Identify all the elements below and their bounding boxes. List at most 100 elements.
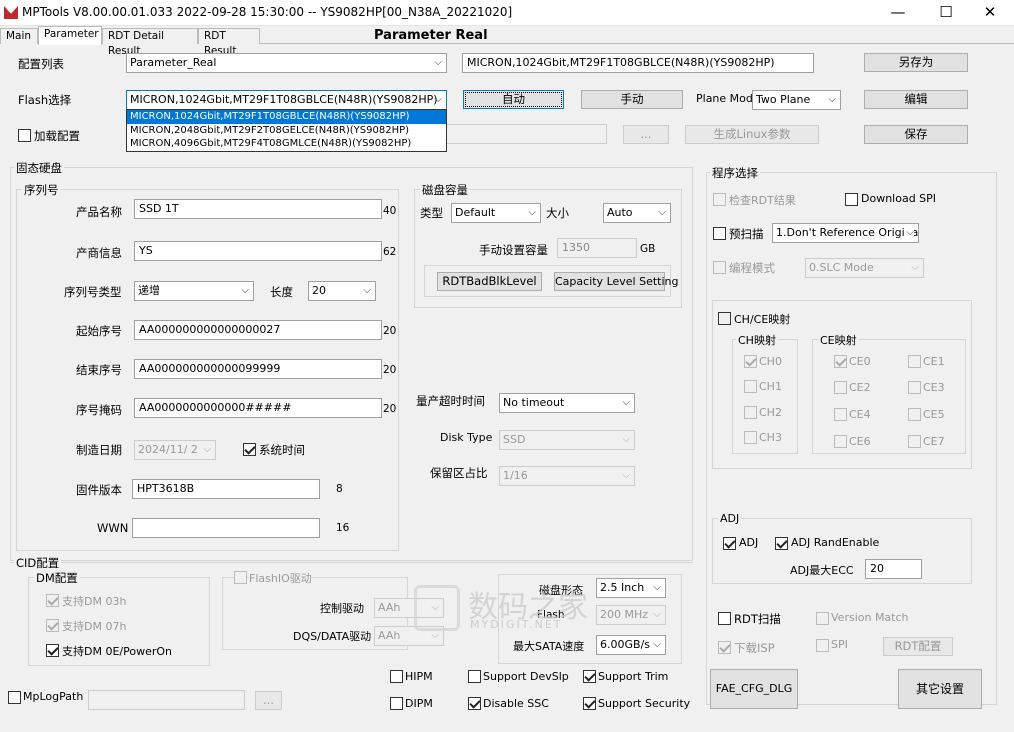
auto-button[interactable]: 自动 [463, 90, 564, 109]
ce4-checkbox[interactable] [834, 408, 847, 421]
ce0-checkbox[interactable] [834, 355, 847, 368]
prog-mode-select[interactable]: 0.SLC Mode ⌵ [805, 258, 924, 278]
save-as-button[interactable]: 另存为 [864, 53, 968, 72]
dipm-checkbox[interactable] [390, 697, 403, 710]
prescan-select[interactable]: 1.Don't Reference Origina ⌵ [772, 223, 919, 243]
close-button[interactable]: ✕ [968, 0, 1012, 26]
timeout-select[interactable]: No timeout ⌵ [499, 393, 635, 413]
flash-speed-select[interactable]: 200 MHz ⌵ [596, 605, 666, 625]
fae-cfg-button[interactable]: FAE_CFG_DLG [710, 669, 798, 709]
trim-checkbox[interactable] [583, 670, 596, 683]
hipm-checkbox[interactable] [390, 670, 403, 683]
tab-parameter[interactable]: Parameter [38, 26, 102, 45]
ce3-checkbox[interactable] [908, 381, 921, 394]
vendor-field[interactable]: YS [134, 241, 382, 261]
end-serial-field[interactable]: AA000000000000099999 [134, 359, 382, 379]
edit-button[interactable]: 编辑 [864, 90, 968, 109]
flashio-checkbox[interactable] [234, 571, 247, 584]
serial-type-select[interactable]: 递增 ⌵ [134, 281, 254, 301]
product-name-field[interactable]: SSD 1T [134, 199, 382, 219]
download-isp-label: 下载ISP [734, 641, 775, 655]
version-match-checkbox[interactable] [816, 612, 829, 625]
mfg-date-picker[interactable]: 2024/11/ 2 ⌵ [134, 440, 216, 460]
dm03-checkbox[interactable] [46, 594, 59, 607]
rdt-bad-blk-level-button[interactable]: RDTBadBlkLevel [437, 272, 542, 291]
mplog-checkbox[interactable] [8, 691, 21, 704]
rdt-scan-checkbox[interactable] [718, 612, 731, 625]
tab-rdt-detail-result[interactable]: RDT Detail Result [102, 28, 198, 57]
rdt-config-button[interactable]: RDT配置 [883, 637, 953, 656]
minimize-button[interactable]: — [876, 0, 920, 26]
sata-speed-value: 6.00GB/s [600, 638, 650, 651]
ce-map-label: CE映射 [818, 332, 859, 348]
capacity-size-select[interactable]: Auto ⌵ [603, 203, 671, 223]
tab-rdt-result[interactable]: RDT Result [198, 28, 260, 57]
length-select[interactable]: 20 ⌵ [308, 281, 376, 301]
firmware-version-field[interactable]: HPT3618B [132, 479, 320, 499]
ce5-checkbox[interactable] [908, 408, 921, 421]
spi-checkbox[interactable] [816, 639, 829, 652]
mplog-path-field[interactable] [88, 690, 245, 710]
flash-dropdown-list: MICRON,1024Gbit,MT29F1T08GBLCE(N48R)(YS9… [126, 109, 447, 152]
flash-option[interactable]: MICRON,1024Gbit,MT29F1T08GBLCE(N48R)(YS9… [127, 110, 446, 124]
ch3-checkbox[interactable] [744, 431, 757, 444]
manual-button[interactable]: 手动 [581, 90, 683, 109]
security-label: Support Security [598, 697, 691, 710]
dm07-checkbox[interactable] [46, 619, 59, 632]
ce6-checkbox[interactable] [834, 435, 847, 448]
ce2-checkbox[interactable] [834, 381, 847, 394]
chevron-down-icon: ⌵ [622, 470, 630, 481]
start-serial-field[interactable]: AA000000000000000027 [134, 320, 382, 340]
adj-rand-checkbox[interactable] [775, 537, 788, 550]
adj-max-ecc-field[interactable]: 20 [865, 559, 922, 579]
mplog-browse-button[interactable]: ... [255, 691, 282, 710]
prog-mode-checkbox[interactable] [713, 261, 726, 274]
ce1-checkbox[interactable] [908, 355, 921, 368]
disk-form-select[interactable]: 2.5 Inch ⌵ [596, 578, 666, 598]
load-config-checkbox[interactable] [18, 129, 31, 142]
ch1-checkbox[interactable] [744, 380, 757, 393]
disable-ssc-checkbox[interactable] [468, 697, 481, 710]
chevron-down-icon: ⌵ [203, 444, 211, 455]
maximize-button[interactable]: ☐ [924, 0, 968, 26]
flash-option[interactable]: MICRON,2048Gbit,MT29F2T08GELCE(N48R)(YS9… [127, 124, 446, 138]
ce7-checkbox[interactable] [908, 435, 921, 448]
plane-mode-select[interactable]: Two Plane ⌵ [752, 90, 841, 110]
config-info-field[interactable]: MICRON,1024Gbit,MT29F1T08GBLCE(N48R)(YS9… [462, 53, 814, 73]
save-button[interactable]: 保存 [864, 125, 968, 144]
load-config-browse-button[interactable]: ... [623, 125, 669, 144]
hipm-label: HIPM [405, 670, 433, 683]
chevron-down-icon: ⌵ [653, 609, 661, 620]
ce7-label: CE7 [923, 435, 945, 448]
sata-speed-select[interactable]: 6.00GB/s ⌵ [596, 635, 666, 655]
check-rdt-checkbox[interactable] [713, 193, 726, 206]
adj-checkbox[interactable] [723, 537, 736, 550]
dm0e-checkbox[interactable] [46, 644, 59, 657]
ch0-checkbox[interactable] [744, 355, 757, 368]
serial-mask-field[interactable]: AA0000000000000##### [134, 398, 382, 418]
security-checkbox[interactable] [583, 697, 596, 710]
capacity-level-setting-button[interactable]: Capacity Level Setting [554, 272, 679, 291]
gen-linux-button[interactable]: 生成Linux参数 [685, 125, 819, 144]
wwn-field[interactable] [132, 518, 320, 538]
length-value: 20 [312, 284, 326, 297]
prescan-checkbox[interactable] [713, 227, 726, 240]
chce-checkbox[interactable] [718, 312, 731, 325]
capacity-type-select[interactable]: Default ⌵ [451, 203, 541, 223]
disk-type-select[interactable]: SSD ⌵ [499, 430, 635, 450]
download-spi-checkbox[interactable] [845, 193, 858, 206]
capacity-type-label: 类型 [420, 206, 443, 220]
manual-capacity-field[interactable]: 1350 [557, 238, 637, 258]
ch2-checkbox[interactable] [744, 406, 757, 419]
reserve-ratio-select[interactable]: 1/16 ⌵ [499, 466, 635, 486]
config-list-select[interactable]: Parameter_Real ⌵ [126, 53, 447, 73]
system-time-checkbox[interactable] [243, 443, 256, 456]
other-settings-button[interactable]: 其它设置 [898, 669, 982, 709]
download-isp-checkbox[interactable] [718, 641, 731, 654]
tab-main[interactable]: Main [0, 28, 38, 44]
adj-rand-label: ADJ RandEnable [791, 536, 880, 549]
flash-option[interactable]: MICRON,4096Gbit,MT29F4T08GMLCE(N48R)(YS9… [127, 137, 446, 151]
load-config-path[interactable] [446, 124, 607, 144]
devslp-checkbox[interactable] [468, 670, 481, 683]
flash-select[interactable]: MICRON,1024Gbit,MT29F1T08GBLCE(N48R)(YS9… [126, 90, 447, 110]
